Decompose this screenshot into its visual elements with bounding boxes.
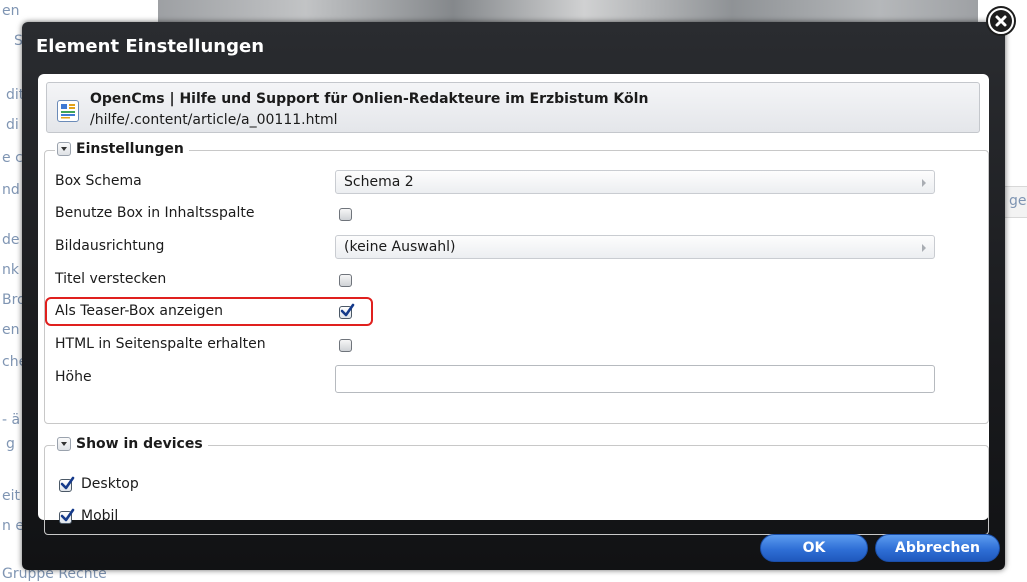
bildausrichtung-value: (keine Auswahl) — [344, 239, 456, 255]
mobil-checkbox[interactable] — [59, 508, 75, 524]
background-header-image — [158, 0, 978, 22]
bg-text: de — [2, 232, 20, 248]
html-seitenspalte-checkbox[interactable] — [339, 339, 352, 352]
label-teaser-box: Als Teaser-Box anzeigen — [55, 303, 224, 319]
checkmark-icon — [60, 476, 75, 490]
resource-title: OpenCms | Hilfe und Support für Onlien-R… — [90, 91, 649, 107]
bg-text: di — [6, 117, 19, 133]
benutze-box-checkbox[interactable] — [339, 208, 352, 221]
label-titel-verstecken: Titel verstecken — [55, 271, 167, 287]
mobil-label: Mobil — [81, 508, 119, 524]
titel-verstecken-checkbox[interactable] — [339, 274, 352, 287]
resource-path: /hilfe/.content/article/a_00111.html — [90, 112, 338, 128]
bg-text: g — [6, 436, 15, 452]
settings-legend: Einstellungen — [55, 141, 189, 157]
desktop-checkbox[interactable] — [59, 476, 75, 492]
dialog-content: OpenCms | Hilfe und Support für Onlien-R… — [38, 74, 989, 535]
bg-text: e c — [2, 150, 23, 166]
label-hoehe: Höhe — [55, 369, 92, 385]
devices-legend-label: Show in devices — [76, 436, 203, 452]
dialog-title: Element Einstellungen — [36, 36, 265, 57]
collapse-toggle-icon[interactable] — [57, 437, 71, 451]
bg-text: nd — [2, 182, 20, 198]
label-bildausrichtung: Bildausrichtung — [55, 238, 165, 254]
label-box-schema: Box Schema — [55, 173, 142, 189]
checkmark-icon — [340, 303, 355, 317]
label-html-seitenspalte: HTML in Seitenspalte erhalten — [55, 336, 266, 352]
box-schema-value: Schema 2 — [344, 174, 414, 190]
bg-text: eit — [2, 488, 20, 504]
bg-text: - ä — [2, 412, 21, 428]
checkmark-icon — [60, 508, 75, 522]
bildausrichtung-select[interactable]: (keine Auswahl) — [335, 235, 935, 259]
teaser-box-checkbox[interactable] — [339, 303, 355, 319]
bg-text: ge — [1009, 193, 1027, 209]
close-dialog-button[interactable] — [986, 6, 1016, 36]
hoehe-input[interactable] — [335, 365, 935, 393]
bg-text: en — [2, 322, 20, 338]
devices-legend: Show in devices — [55, 436, 208, 452]
settings-legend-label: Einstellungen — [76, 141, 184, 157]
collapse-toggle-icon[interactable] — [57, 142, 71, 156]
settings-fieldset: Einstellungen Box Schema Schema 2 Benutz… — [44, 141, 989, 424]
box-schema-select[interactable]: Schema 2 — [335, 170, 935, 194]
cancel-button[interactable]: Abbrechen — [875, 534, 1000, 562]
label-benutze-box: Benutze Box in Inhaltsspalte — [55, 205, 255, 221]
close-icon — [990, 10, 1012, 32]
resource-info: OpenCms | Hilfe und Support für Onlien-R… — [46, 82, 980, 133]
resource-type-icon — [57, 100, 79, 122]
dropdown-arrow-icon — [922, 179, 926, 187]
bg-text: nk — [2, 262, 19, 278]
bg-text: en — [2, 3, 20, 19]
desktop-label: Desktop — [81, 476, 139, 492]
devices-fieldset: Show in devices Desktop Mobil — [44, 436, 989, 535]
ok-button[interactable]: OK — [760, 534, 868, 562]
settings-dialog: Element Einstellungen OpenCms | Hilfe un… — [22, 22, 1005, 570]
bg-text: n e — [2, 518, 24, 534]
dropdown-arrow-icon — [922, 244, 926, 252]
